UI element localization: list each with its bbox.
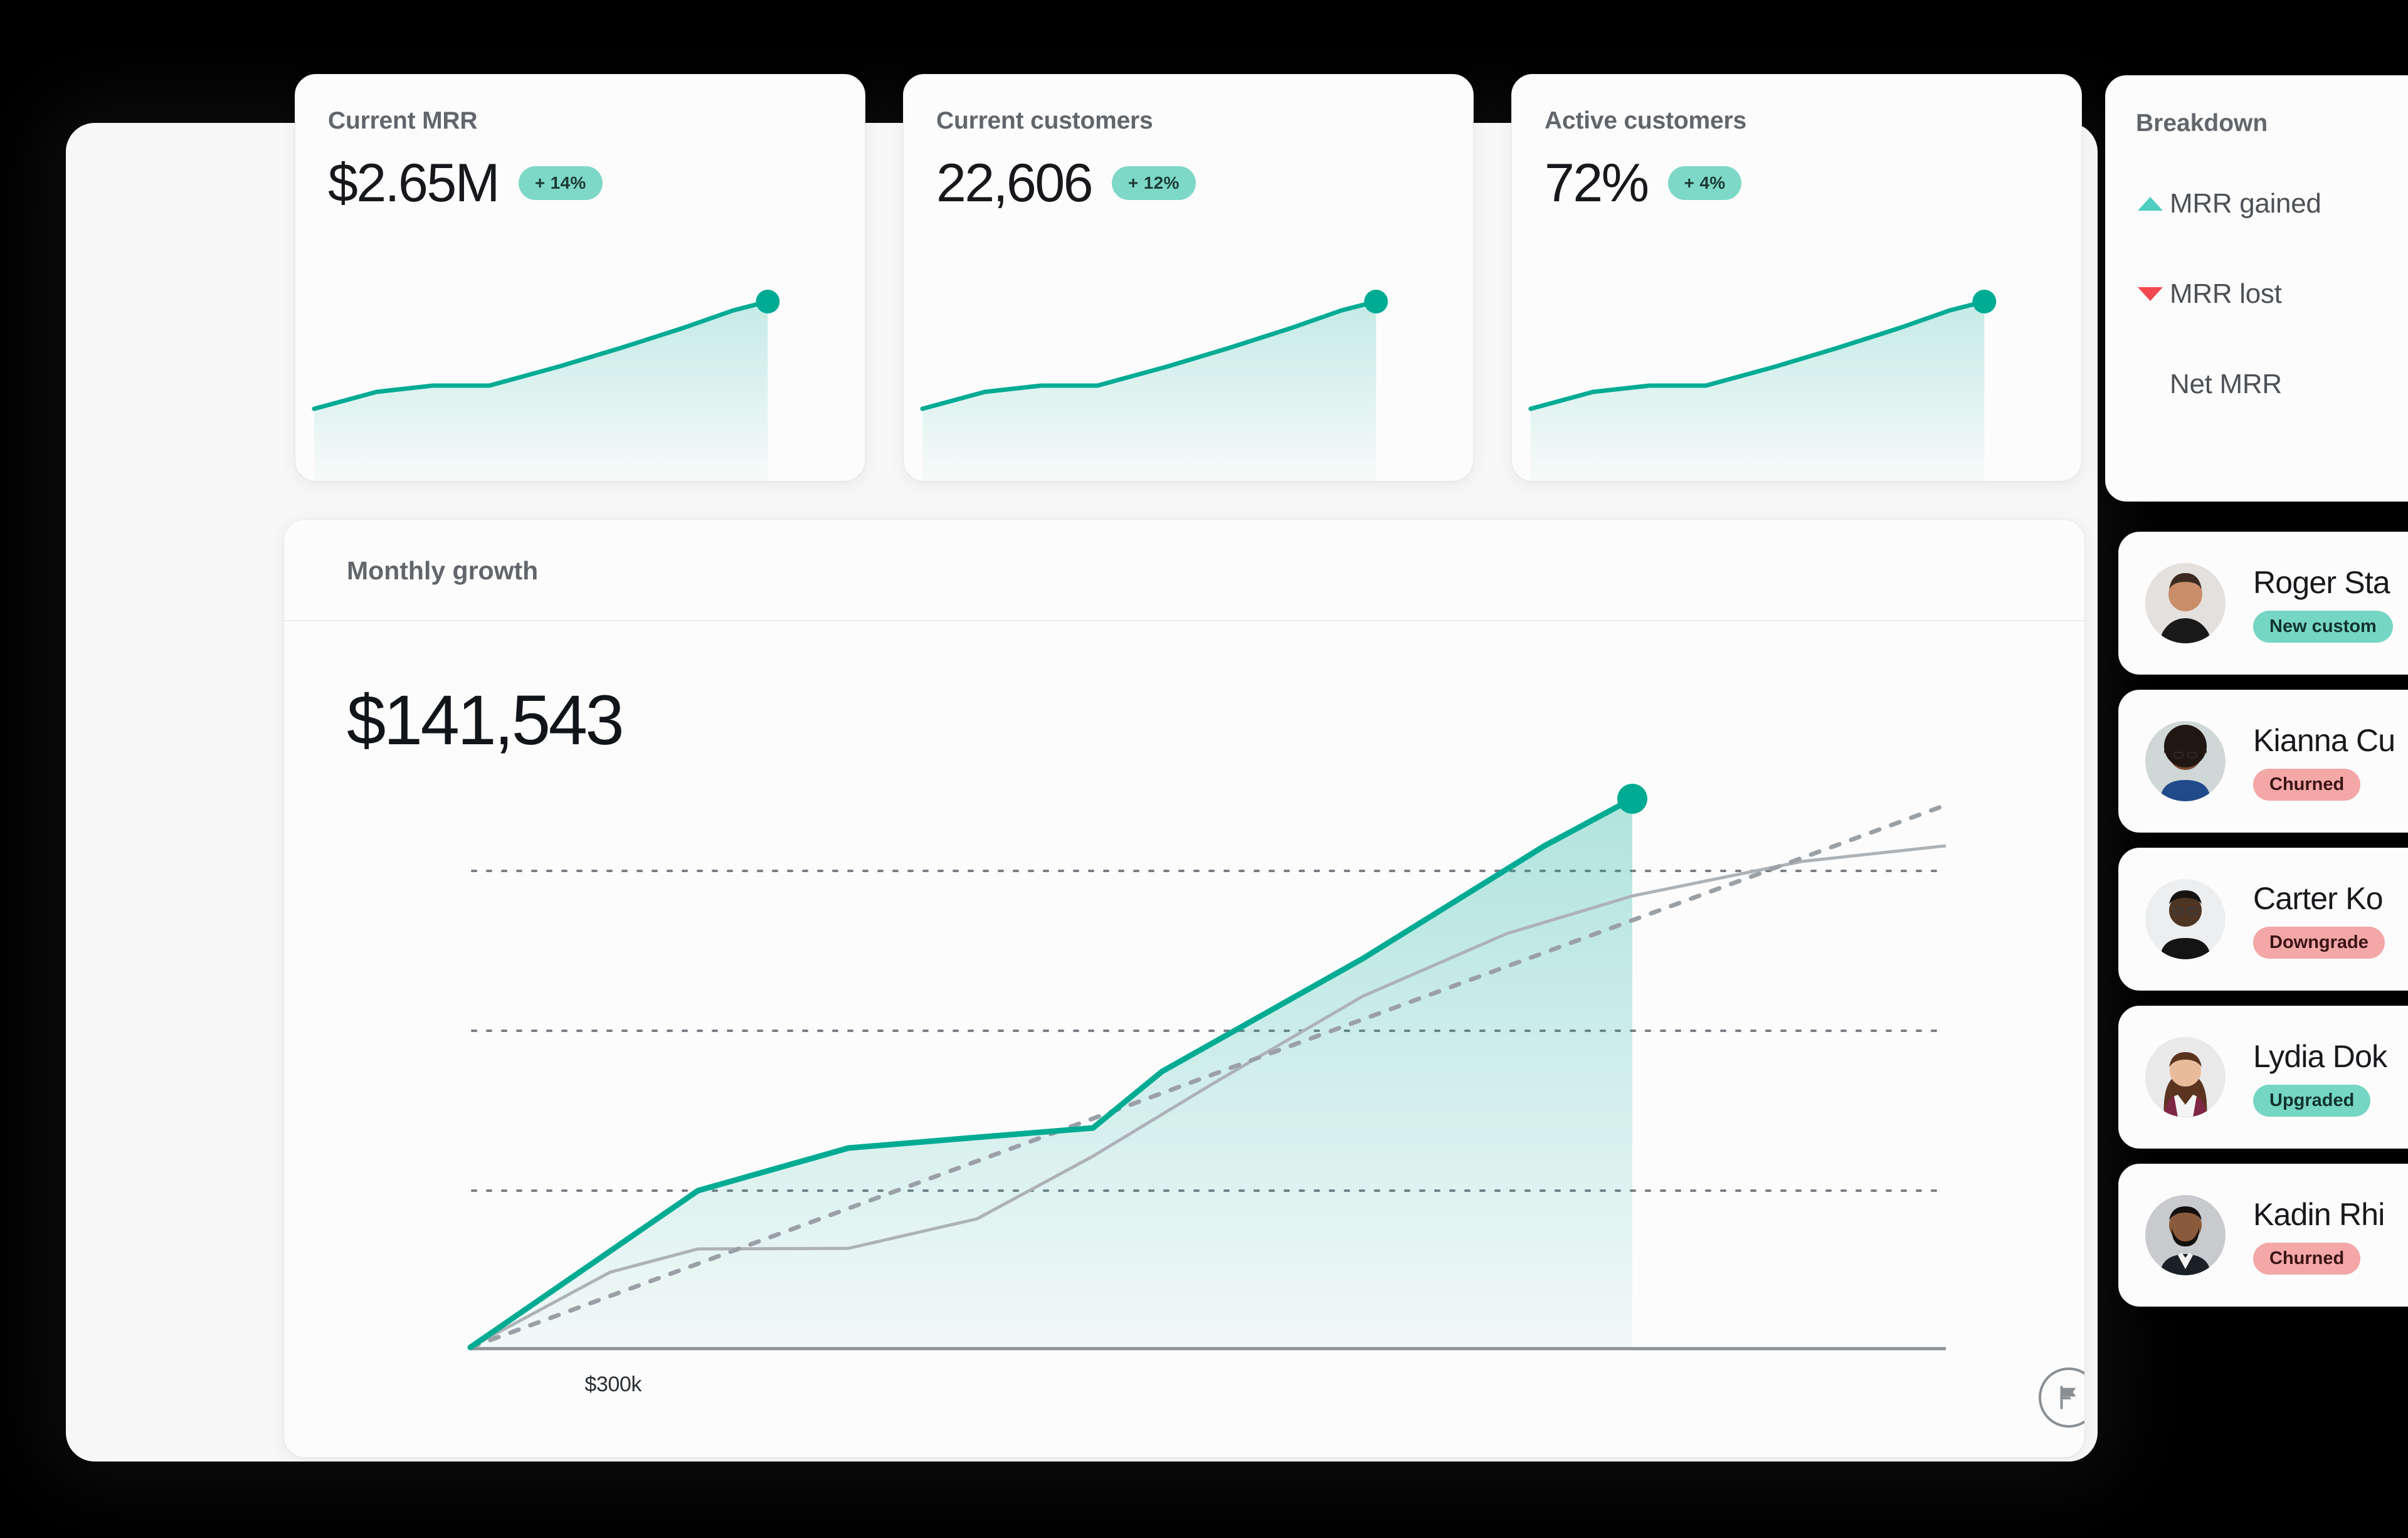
customer-info: Kadin Rhi Churned — [2253, 1196, 2385, 1275]
breakdown-list: MRR gained MRR lost Net MRR — [2106, 159, 2408, 429]
metric-value-row: $2.65M + 14% — [328, 156, 603, 210]
breakdown-item-label: MRR lost — [2170, 278, 2282, 309]
metric-delta-badge: + 4% — [1667, 166, 1742, 200]
breakdown-title: Breakdown — [2136, 110, 2268, 137]
monthly-growth-plot — [467, 784, 1948, 1351]
breakdown-item-label: Net MRR — [2170, 369, 2282, 399]
customer-row: Roger Sta New custom — [2145, 532, 2393, 674]
breakdown-item-mrr-gained[interactable]: MRR gained — [2106, 159, 2408, 249]
customer-info: Carter Ko Downgrade — [2253, 880, 2385, 959]
metric-delta-badge: + 12% — [1112, 166, 1196, 200]
metric-title: Current customers — [936, 107, 1153, 134]
metric-value-row: 22,606 + 12% — [936, 156, 1196, 210]
metric-card-active-customers[interactable]: Active customers 72% + 4% — [1511, 74, 2082, 482]
customer-info: Roger Sta New custom — [2253, 564, 2393, 643]
sparkline-chart — [920, 290, 1388, 481]
status-badge: New custom — [2253, 610, 2393, 643]
metric-delta-badge: + 14% — [518, 166, 603, 200]
customer-row: Kianna Cu Churned — [2145, 690, 2395, 832]
triangle-down-icon — [2131, 287, 2170, 301]
breakdown-panel[interactable]: Breakdown MRR gained MRR lost Net MRR — [2105, 75, 2408, 502]
status-badge: Upgraded — [2253, 1084, 2371, 1117]
metric-card-current-mrr[interactable]: Current MRR $2.65M + 14% — [295, 74, 865, 482]
avatar-carter — [2145, 879, 2226, 959]
customer-card-lydia[interactable]: Lydia Dok Upgraded — [2118, 1006, 2408, 1149]
breakdown-item-net-mrr[interactable]: Net MRR — [2106, 339, 2408, 429]
customer-info: Kianna Cu Churned — [2253, 722, 2395, 801]
avatar-kianna — [2145, 721, 2226, 801]
customer-card-kadin[interactable]: Kadin Rhi Churned — [2118, 1164, 2408, 1307]
customer-name: Kadin Rhi — [2253, 1196, 2385, 1232]
screenshot-stage: Current MRR $2.65M + 14% Current custome… — [0, 0, 2408, 1538]
sparkline-chart — [312, 290, 780, 481]
status-badge: Churned — [2253, 768, 2361, 801]
avatar-kadin — [2145, 1195, 2226, 1275]
customer-card-carter[interactable]: Carter Ko Downgrade — [2118, 848, 2408, 991]
customer-name: Carter Ko — [2253, 880, 2384, 916]
customer-row: Kadin Rhi Churned — [2145, 1164, 2385, 1306]
metric-value: 22,606 — [936, 153, 1094, 213]
customer-name: Roger Sta — [2253, 564, 2390, 600]
sparkline-chart — [1528, 290, 1997, 481]
metric-title: Current MRR — [328, 107, 478, 134]
customer-row: Carter Ko Downgrade — [2145, 848, 2385, 990]
avatar-roger — [2145, 563, 2226, 643]
customer-row: Lydia Dok Upgraded — [2145, 1006, 2387, 1148]
monthly-growth-card[interactable]: Monthly growth $141,543 $300k $200k $100… — [283, 519, 2085, 1458]
customer-name: Kianna Cu — [2253, 722, 2395, 758]
flag-icon — [2060, 1386, 2076, 1409]
metric-value: $2.65M — [328, 153, 500, 213]
avatar-lydia — [2145, 1037, 2226, 1117]
customer-card-roger[interactable]: Roger Sta New custom — [2118, 532, 2408, 675]
breakdown-item-label: MRR gained — [2170, 188, 2321, 219]
metric-value-row: 72% + 4% — [1545, 153, 1742, 213]
customer-card-kianna[interactable]: Kianna Cu Churned — [2118, 690, 2408, 833]
status-badge: Churned — [2253, 1242, 2361, 1275]
breakdown-item-mrr-lost[interactable]: MRR lost — [2106, 249, 2408, 339]
metric-card-current-customers[interactable]: Current customers 22,606 + 12% — [903, 74, 1474, 482]
triangle-up-icon — [2131, 197, 2170, 211]
customer-info: Lydia Dok Upgraded — [2253, 1038, 2387, 1117]
status-badge: Downgrade — [2253, 926, 2385, 959]
metric-value: 72% — [1545, 153, 1649, 213]
customer-name: Lydia Dok — [2253, 1038, 2387, 1074]
metric-title: Active customers — [1545, 107, 1746, 134]
